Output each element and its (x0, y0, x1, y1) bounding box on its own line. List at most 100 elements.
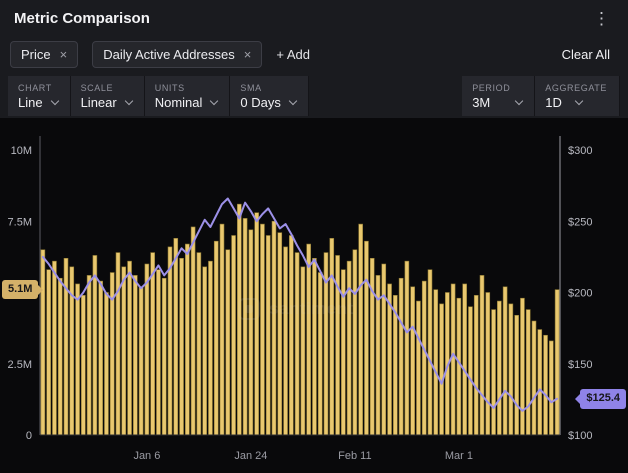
daa-bar (116, 253, 120, 435)
daa-bar (544, 335, 548, 435)
dropdown-label: UNITS (155, 83, 218, 93)
daa-bar (151, 253, 155, 435)
dropdown-value: 0 Days (240, 95, 280, 110)
chevron-down-icon (575, 97, 583, 105)
daa-bar (243, 218, 247, 435)
daa-bar (509, 304, 513, 435)
dropdown-label: SCALE (81, 83, 132, 93)
daa-bar (399, 278, 403, 435)
daa-bar (284, 247, 288, 435)
comparison-chart[interactable]: 10M7.5M2.5M0$300$250$200$150$100Jan 6Jan… (0, 118, 628, 473)
daa-bar (185, 244, 189, 435)
x-axis-tick: Jan 6 (133, 450, 160, 462)
metric-comparison-panel: Metric Comparison ⋮ Price × Daily Active… (0, 0, 628, 473)
daa-bar (191, 227, 195, 435)
daa-bar (180, 258, 184, 435)
daa-bar (416, 301, 420, 435)
daa-bar (312, 258, 316, 435)
aggregate-dropdown[interactable]: AGGREGATE 1D (535, 76, 620, 116)
add-metric-button[interactable]: + Add (276, 47, 310, 62)
dropdown-label: AGGREGATE (545, 83, 607, 93)
x-axis-tick: Jan 24 (234, 450, 267, 462)
x-axis-tick: Mar 1 (445, 450, 473, 462)
daa-bar (520, 298, 524, 435)
daa-bar (208, 261, 212, 435)
metric-chip-price[interactable]: Price × (10, 41, 78, 68)
daa-bar (428, 270, 432, 435)
chart-area: 10M7.5M2.5M0$300$250$200$150$100Jan 6Jan… (0, 118, 628, 473)
daa-bar (463, 284, 467, 435)
dropdown-value: Nominal (155, 95, 203, 110)
daa-bar (497, 301, 501, 435)
daa-bar (474, 295, 478, 435)
chart-type-dropdown[interactable]: CHART Line (8, 76, 71, 116)
daa-bar (52, 261, 56, 435)
daa-bar (197, 253, 201, 435)
sma-dropdown[interactable]: SMA 0 Days (230, 76, 308, 116)
daa-bar (468, 307, 472, 435)
daa-bar (255, 213, 259, 435)
y-axis-tick-right: $200 (568, 288, 592, 300)
dropdown-label: PERIOD (472, 83, 522, 93)
chevron-down-icon (210, 97, 218, 105)
toolbar-spacer (309, 76, 462, 116)
daa-bar (492, 310, 496, 435)
daa-bar (232, 236, 236, 436)
daa-bar (76, 284, 80, 435)
right-axis-badge: $125.4 (580, 389, 626, 409)
y-axis-tick-left: 0 (26, 430, 32, 442)
page-title: Metric Comparison (14, 10, 150, 27)
daa-bar (526, 310, 530, 435)
scale-dropdown[interactable]: SCALE Linear (71, 76, 145, 116)
chevron-down-icon (124, 97, 132, 105)
daa-bar (515, 315, 519, 435)
daa-bar (480, 275, 484, 435)
dropdown-value: Line (18, 95, 43, 110)
units-dropdown[interactable]: UNITS Nominal (145, 76, 231, 116)
y-axis-tick-left: 10M (11, 145, 32, 157)
daa-bar (93, 255, 97, 435)
daa-bar (133, 275, 137, 435)
daa-bar (307, 244, 311, 435)
daa-bar (555, 290, 559, 435)
daa-bar (353, 250, 357, 435)
close-icon[interactable]: × (244, 48, 252, 61)
daa-bar (220, 224, 224, 435)
daa-bar (87, 275, 91, 435)
daa-bar (359, 224, 363, 435)
chevron-down-icon (515, 97, 523, 105)
daa-bar (457, 298, 461, 435)
daa-bar (168, 247, 172, 435)
kebab-menu-icon[interactable]: ⋮ (589, 10, 614, 27)
chevron-down-icon (289, 97, 297, 105)
metric-chips-row: Price × Daily Active Addresses × + Add C… (0, 34, 628, 74)
daa-bar (249, 230, 253, 435)
daa-bar (532, 321, 536, 435)
clear-all-button[interactable]: Clear All (562, 47, 618, 62)
metric-chip-label: Price (21, 47, 51, 62)
daa-bar (278, 233, 282, 435)
daa-bar (434, 290, 438, 435)
daa-bar (422, 281, 426, 435)
daa-bar (156, 270, 160, 435)
daa-bar (64, 258, 68, 435)
metric-chip-label: Daily Active Addresses (103, 47, 235, 62)
metric-chip-daily-active-addresses[interactable]: Daily Active Addresses × (92, 41, 262, 68)
period-dropdown[interactable]: PERIOD 3M (462, 76, 535, 116)
daa-bar (330, 238, 334, 435)
x-axis-tick: Feb 11 (338, 450, 371, 462)
daa-bar (266, 236, 270, 436)
daa-bar (81, 295, 85, 435)
y-axis-tick-right: $150 (568, 359, 592, 371)
daa-bar (295, 253, 299, 435)
y-axis-tick-right: $100 (568, 430, 592, 442)
daa-bar (318, 273, 322, 435)
daa-bar (301, 267, 305, 435)
daa-bar (451, 284, 455, 435)
y-axis-tick-right: $300 (568, 145, 592, 157)
left-axis-badge: 5.1M (2, 280, 38, 300)
close-icon[interactable]: × (60, 48, 68, 61)
dropdown-value: 3M (472, 95, 490, 110)
daa-bar (122, 267, 126, 435)
daa-bar (139, 287, 143, 435)
